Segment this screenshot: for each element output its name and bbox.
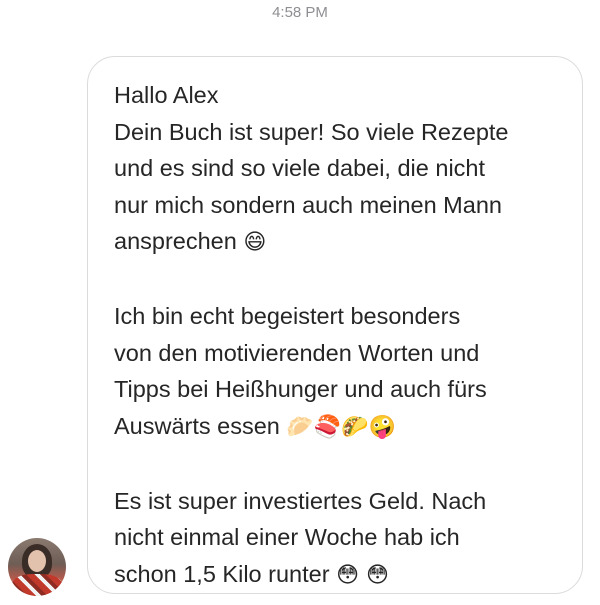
message-paragraph-3-text: Es ist super investiertes Geld. Nach nic… bbox=[114, 487, 487, 587]
avatar-shirt bbox=[12, 574, 62, 596]
message-paragraph-2: Ich bin echt begeistert besonders von de… bbox=[114, 298, 562, 446]
message-paragraph-1-text: Hallo Alex Dein Buch ist super! So viele… bbox=[114, 82, 509, 254]
message-paragraph-3: Es ist super investiertes Geld. Nach nic… bbox=[114, 483, 562, 595]
avatar-face bbox=[28, 550, 46, 572]
food-emojis: 🥟🍣🌮🤪 bbox=[286, 414, 396, 440]
flushed-face-emojis: 😳 😳 bbox=[336, 562, 389, 588]
grinning-face-emoji: 😄 bbox=[243, 230, 267, 255]
message-timestamp: 4:58 PM bbox=[272, 4, 328, 21]
message-bubble[interactable]: Hallo Alex Dein Buch ist super! So viele… bbox=[87, 56, 583, 594]
message-paragraph-1: Hallo Alex Dein Buch ist super! So viele… bbox=[114, 77, 562, 262]
sender-avatar[interactable] bbox=[8, 538, 66, 596]
